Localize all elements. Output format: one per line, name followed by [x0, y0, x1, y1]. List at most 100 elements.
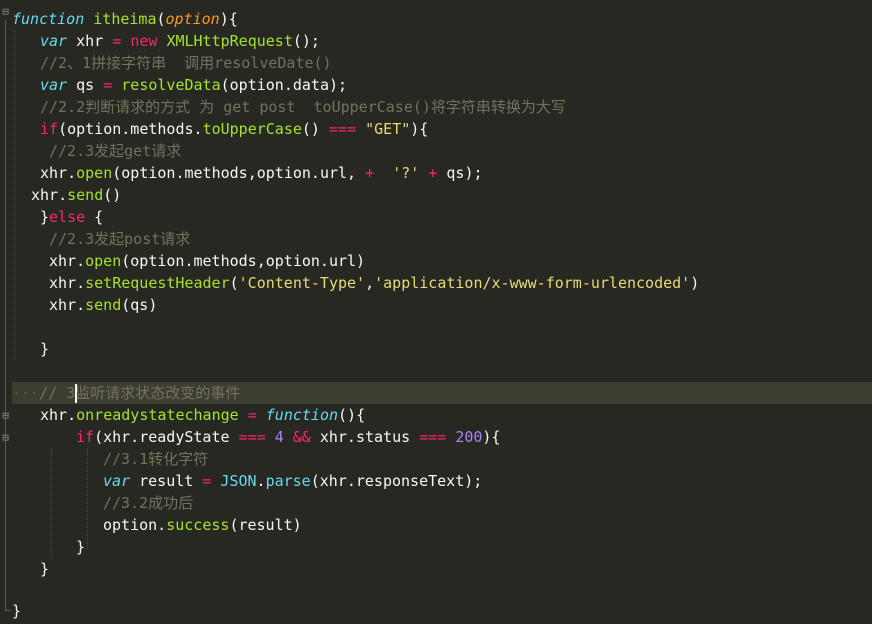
code-line-4[interactable]: var qs = resolveData(option.data);	[40, 74, 347, 96]
parameter: option	[165, 10, 220, 28]
code-line-11[interactable]: //2.3发起post请求	[49, 228, 190, 250]
whitespace-dots: ···	[12, 384, 40, 402]
code-line-13[interactable]: xhr.setRequestHeader('Content-Type','app…	[49, 272, 699, 294]
text: (option.methods,option.url)	[121, 252, 366, 270]
code-editor[interactable]: ⊟ ⊟ ⊟ function itheima(option){ var xhr …	[0, 0, 872, 624]
code-line-20[interactable]: if(xhr.readyState === 4 && xhr.status ==…	[76, 426, 500, 448]
code-line-14[interactable]: xhr.send(qs)	[49, 294, 157, 316]
punct: ();	[292, 32, 320, 50]
text: (	[229, 274, 239, 292]
text: xhr.	[31, 186, 68, 204]
indent-guide	[87, 448, 88, 548]
number: 200	[455, 428, 483, 446]
text	[356, 120, 365, 138]
operator: =	[112, 32, 122, 50]
keyword: var	[103, 472, 131, 490]
text-caret	[75, 384, 77, 403]
text: qs);	[437, 164, 483, 182]
comment: //2.3发起post请求	[49, 230, 191, 248]
operator: ===	[329, 120, 357, 138]
text: }	[76, 538, 86, 556]
fold-open-icon[interactable]: ⊟	[0, 432, 11, 443]
comment: 3监听请求状态改变的事件	[66, 384, 241, 402]
comment: //2.2判断请求的方式 为 get post toUpperCase()将字符…	[40, 98, 566, 116]
function-call: toUpperCase	[202, 120, 302, 138]
keyword: new	[130, 32, 158, 50]
code-line-12[interactable]: xhr.open(option.methods,option.url)	[49, 250, 365, 272]
code-line-1[interactable]: function itheima(option){	[12, 8, 238, 30]
code-line-9[interactable]: xhr.send()	[31, 184, 121, 206]
fold-open-icon[interactable]: ⊟	[0, 410, 11, 421]
comment: //2.3发起get请求	[49, 142, 182, 160]
text: qs	[67, 76, 104, 94]
code-line-3[interactable]: //2、1拼接字符串 调用resolveDate()	[40, 52, 332, 74]
text	[266, 428, 275, 446]
code-line-10[interactable]: }else {	[40, 206, 103, 228]
text	[239, 406, 248, 424]
builtin-object: JSON	[220, 472, 257, 490]
code-line-18[interactable]: ···// 3监听请求状态改变的事件	[12, 382, 240, 404]
text: (xhr.readyState	[94, 428, 239, 446]
code-line-23[interactable]: //3.2成功后	[103, 492, 193, 514]
text: }	[40, 208, 50, 226]
code-line-22[interactable]: var result = JSON.parse(xhr.responseText…	[103, 470, 482, 492]
text: xhr.	[49, 252, 86, 270]
keyword: var	[40, 76, 68, 94]
keyword: if	[76, 428, 95, 446]
text: xhr	[67, 32, 113, 50]
punct: ){	[482, 428, 501, 446]
operator: ===	[238, 428, 266, 446]
operator: =	[103, 76, 113, 94]
code-line-2[interactable]: var xhr = new XMLHttpRequest();	[40, 30, 320, 52]
text: xhr.	[49, 296, 86, 314]
string: "GET"	[365, 120, 411, 138]
text	[257, 406, 266, 424]
text: xhr.	[40, 164, 77, 182]
code-line-21[interactable]: //3.1转化字符	[103, 448, 208, 470]
text: }	[12, 602, 22, 620]
function-call: send	[67, 186, 104, 204]
text: (result)	[229, 516, 302, 534]
text	[374, 164, 392, 182]
text: .	[256, 472, 266, 490]
text: xhr.	[40, 406, 77, 424]
text: result	[130, 472, 203, 490]
code-line-5[interactable]: //2.2判断请求的方式 为 get post toUpperCase()将字符…	[40, 96, 566, 118]
text: ,	[365, 274, 375, 292]
function-call: open	[85, 252, 122, 270]
comment: //2、1拼接字符串 调用resolveDate()	[40, 54, 332, 72]
fold-end-line	[5, 600, 11, 611]
keyword: if	[40, 120, 59, 138]
code-line-7[interactable]: //2.3发起get请求	[49, 140, 181, 162]
punct: (){	[338, 406, 366, 424]
code-line-28[interactable]: }	[12, 600, 21, 622]
code-line-24[interactable]: option.success(result)	[103, 514, 302, 536]
text: (xhr.responseText);	[310, 472, 483, 490]
code-line-26[interactable]: }	[40, 558, 49, 580]
number: 4	[274, 428, 284, 446]
code-line-6[interactable]: if(option.methods.toUpperCase() === "GET…	[40, 118, 428, 140]
code-line-16[interactable]: }	[40, 338, 49, 360]
text	[446, 428, 455, 446]
text	[419, 164, 428, 182]
text	[284, 428, 293, 446]
text: (option.data);	[220, 76, 348, 94]
text: (qs)	[121, 296, 158, 314]
operator: +	[365, 164, 375, 182]
function-name: onreadystatechange	[76, 406, 239, 424]
gutter: ⊟ ⊟ ⊟	[0, 0, 12, 624]
code-line-8[interactable]: xhr.open(option.methods,option.url, + '?…	[40, 162, 483, 184]
operator: ===	[419, 428, 447, 446]
function-call: parse	[265, 472, 311, 490]
function-name: itheima	[93, 10, 157, 28]
class-name: XMLHttpRequest	[166, 32, 293, 50]
fold-open-icon[interactable]: ⊟	[0, 6, 11, 17]
keyword: var	[40, 32, 68, 50]
fold-line	[5, 20, 6, 610]
code-line-19[interactable]: xhr.onreadystatechange = function(){	[40, 404, 365, 426]
string: '?'	[392, 164, 420, 182]
text: }	[40, 560, 50, 578]
string: 'Content-Type'	[238, 274, 366, 292]
text: (option.methods,option.url,	[112, 164, 366, 182]
code-line-25[interactable]: }	[76, 536, 85, 558]
